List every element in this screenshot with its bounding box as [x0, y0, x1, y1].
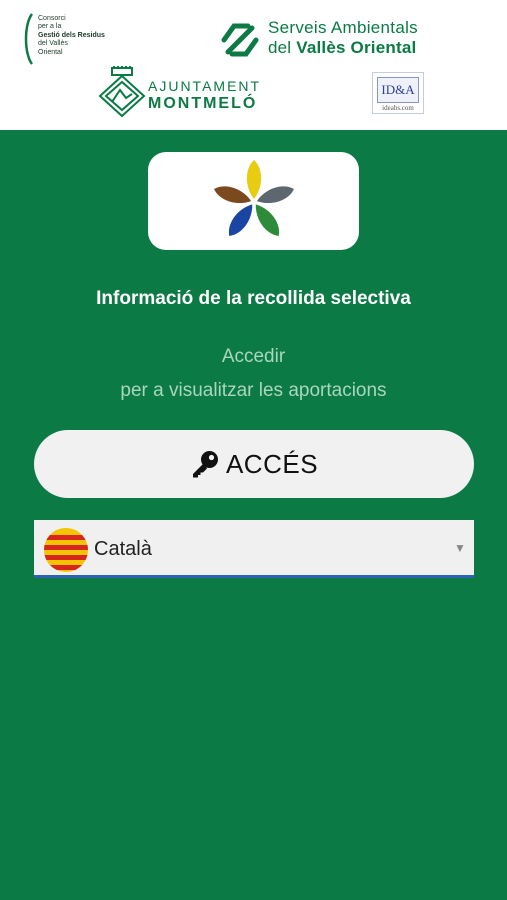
petal-gray	[256, 186, 294, 204]
idea-mark-box: ID&A	[377, 77, 419, 103]
idea-domain-text: ideabs.com	[382, 104, 414, 112]
idea-mark-text: ID&A	[381, 82, 415, 97]
serveis-ambientals-logo: Serveis Ambientals del Vallès Oriental	[218, 16, 438, 60]
ajuntament-line-2: MONTMELÓ	[148, 95, 258, 112]
serveis-ambientals-line-2-prefix: del	[268, 38, 297, 57]
serveis-ambientals-line-2: del Vallès Oriental	[268, 38, 416, 58]
header-logos-bar: Consorci per a la Gestió dels Residus de…	[0, 0, 507, 130]
serveis-ambientals-line-2-bold: Vallès Oriental	[296, 38, 417, 57]
petal-blue	[228, 204, 253, 236]
petal-yellow	[246, 160, 262, 199]
triangle-down-icon: ▼	[454, 541, 466, 555]
montmelo-shield-icon	[98, 66, 146, 118]
access-button-label: ACCÉS	[225, 448, 319, 479]
consorci-line-4: del Vallès	[38, 40, 68, 48]
serveis-ambientals-mark-icon	[221, 23, 259, 57]
consorci-line-1: Consorci	[38, 15, 66, 22]
serveis-ambientals-line-1: Serveis Ambientals	[268, 18, 418, 37]
idea-logo: ID&A ideabs.com	[372, 72, 424, 114]
access-subtitle: per a visualitzar les aportacions	[120, 380, 387, 401]
petal-green	[255, 204, 280, 236]
key-icon	[192, 451, 218, 478]
recycling-flower-logo	[214, 160, 294, 236]
app-logo-card	[148, 152, 359, 250]
consorci-line-3: Gestió dels Residus	[38, 31, 105, 39]
consorci-bracket-icon	[24, 13, 34, 65]
page-title: Informació de la recollida selectiva	[96, 288, 411, 309]
petal-brown	[214, 186, 252, 204]
language-select[interactable]: Català ▼	[34, 520, 474, 578]
language-selected-value: Català	[94, 538, 152, 560]
access-button[interactable]: ACCÉS	[34, 430, 474, 498]
ajuntament-montmelo-logo: AJUNTAMENT MONTMELÓ	[96, 66, 266, 120]
ajuntament-line-1: AJUNTAMENT	[148, 78, 262, 94]
access-heading: Accedir	[221, 346, 286, 367]
consorci-line-2: per a la	[38, 23, 62, 31]
catalan-flag-icon	[44, 528, 88, 572]
consorci-line-5: Oriental	[38, 48, 63, 56]
consorci-logo: Consorci per a la Gestió dels Residus de…	[22, 12, 152, 66]
